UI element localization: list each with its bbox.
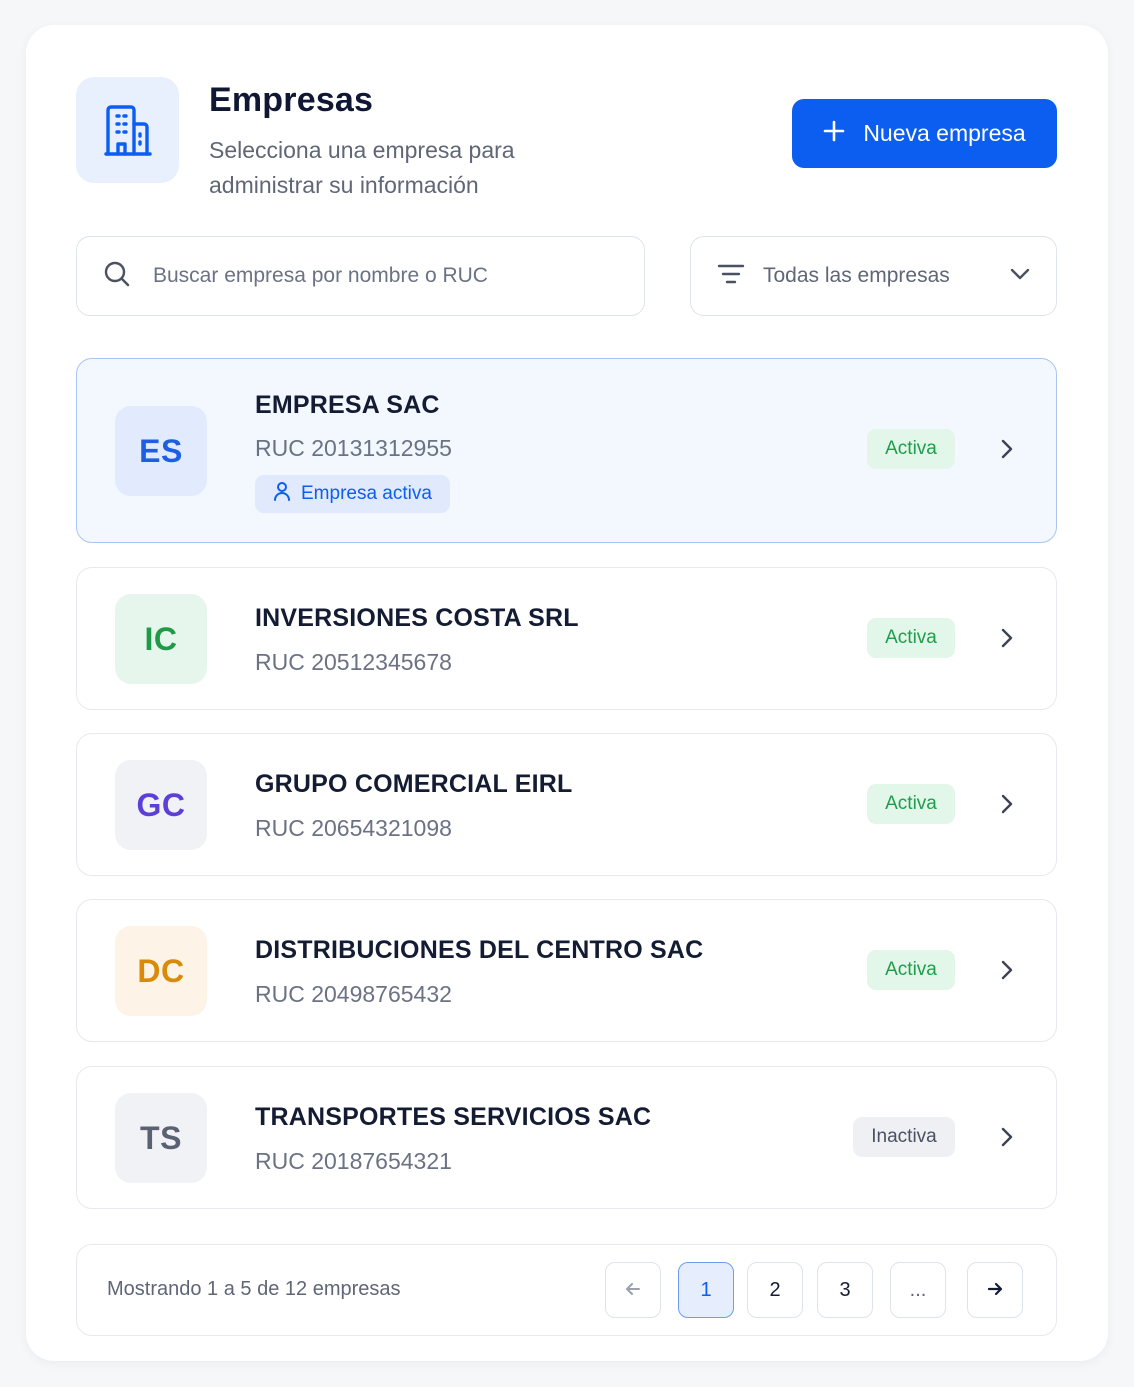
filter-icon (717, 263, 745, 290)
company-avatar: GC (115, 760, 207, 850)
chevron-right-icon[interactable] (995, 792, 1019, 816)
page-ellipsis: ... (890, 1262, 946, 1318)
current-company-label: Empresa activa (301, 483, 432, 504)
search-box[interactable] (76, 236, 645, 316)
company-row-empresa-sac[interactable]: ES EMPRESA SAC RUC 20131312955 Empresa a… (76, 358, 1057, 543)
company-avatar: IC (115, 594, 207, 684)
page-button-1[interactable]: 1 (678, 1262, 734, 1318)
chevron-down-icon (1010, 267, 1030, 285)
page-button-3[interactable]: 3 (817, 1262, 873, 1318)
company-avatar: TS (115, 1093, 207, 1183)
company-avatar: DC (115, 926, 207, 1016)
chevron-right-icon[interactable] (995, 958, 1019, 982)
chevron-right-icon[interactable] (995, 626, 1019, 650)
company-ruc: RUC 20654321098 (255, 815, 452, 841)
search-input[interactable] (153, 264, 613, 288)
search-icon (103, 260, 131, 293)
company-name: EMPRESA SAC (255, 391, 440, 419)
company-ruc: RUC 20512345678 (255, 649, 452, 675)
pagination-info: Mostrando 1 a 5 de 12 empresas (107, 1278, 401, 1300)
page-button-2[interactable]: 2 (747, 1262, 803, 1318)
next-page-button[interactable] (967, 1262, 1023, 1318)
filter-selected-value: Todas las empresas (763, 264, 950, 287)
status-badge: Activa (867, 618, 955, 658)
plus-icon (823, 120, 845, 148)
company-name: INVERSIONES COSTA SRL (255, 604, 579, 632)
chevron-right-icon[interactable] (995, 1125, 1019, 1149)
prev-page-button[interactable] (605, 1262, 661, 1318)
companies-panel: Empresas Selecciona una empresa para adm… (26, 25, 1108, 1361)
building-icon (76, 77, 179, 183)
company-filter-select[interactable]: Todas las empresas (690, 236, 1057, 316)
page-title: Empresas (209, 81, 374, 119)
new-company-label: Nueva empresa (863, 120, 1026, 146)
company-name: TRANSPORTES SERVICIOS SAC (255, 1103, 652, 1131)
arrow-right-icon (987, 1279, 1003, 1302)
status-badge: Activa (867, 429, 955, 469)
arrow-left-icon (625, 1279, 641, 1302)
status-badge: Inactiva (853, 1117, 955, 1157)
current-company-pill: Empresa activa (255, 475, 450, 513)
company-avatar: ES (115, 406, 207, 496)
page-subtitle: Selecciona una empresa para administrar … (209, 137, 515, 198)
user-icon (273, 481, 291, 507)
status-badge: Activa (867, 784, 955, 824)
pagination: Mostrando 1 a 5 de 12 empresas 1 2 3 ... (76, 1244, 1057, 1336)
company-ruc: RUC 20187654321 (255, 1148, 452, 1174)
company-row-inversiones-costa[interactable]: IC INVERSIONES COSTA SRL RUC 20512345678… (76, 567, 1057, 710)
company-row-transportes-servicios[interactable]: TS TRANSPORTES SERVICIOS SAC RUC 2018765… (76, 1066, 1057, 1209)
company-row-grupo-comercial[interactable]: GC GRUPO COMERCIAL EIRL RUC 20654321098 … (76, 733, 1057, 876)
status-badge: Activa (867, 950, 955, 990)
company-name: GRUPO COMERCIAL EIRL (255, 770, 573, 798)
chevron-right-icon[interactable] (995, 437, 1019, 461)
company-row-distribuciones-centro[interactable]: DC DISTRIBUCIONES DEL CENTRO SAC RUC 204… (76, 899, 1057, 1042)
company-ruc: RUC 20498765432 (255, 981, 452, 1007)
company-name: DISTRIBUCIONES DEL CENTRO SAC (255, 936, 704, 964)
new-company-button[interactable]: Nueva empresa (792, 99, 1057, 168)
company-ruc: RUC 20131312955 (255, 435, 452, 461)
